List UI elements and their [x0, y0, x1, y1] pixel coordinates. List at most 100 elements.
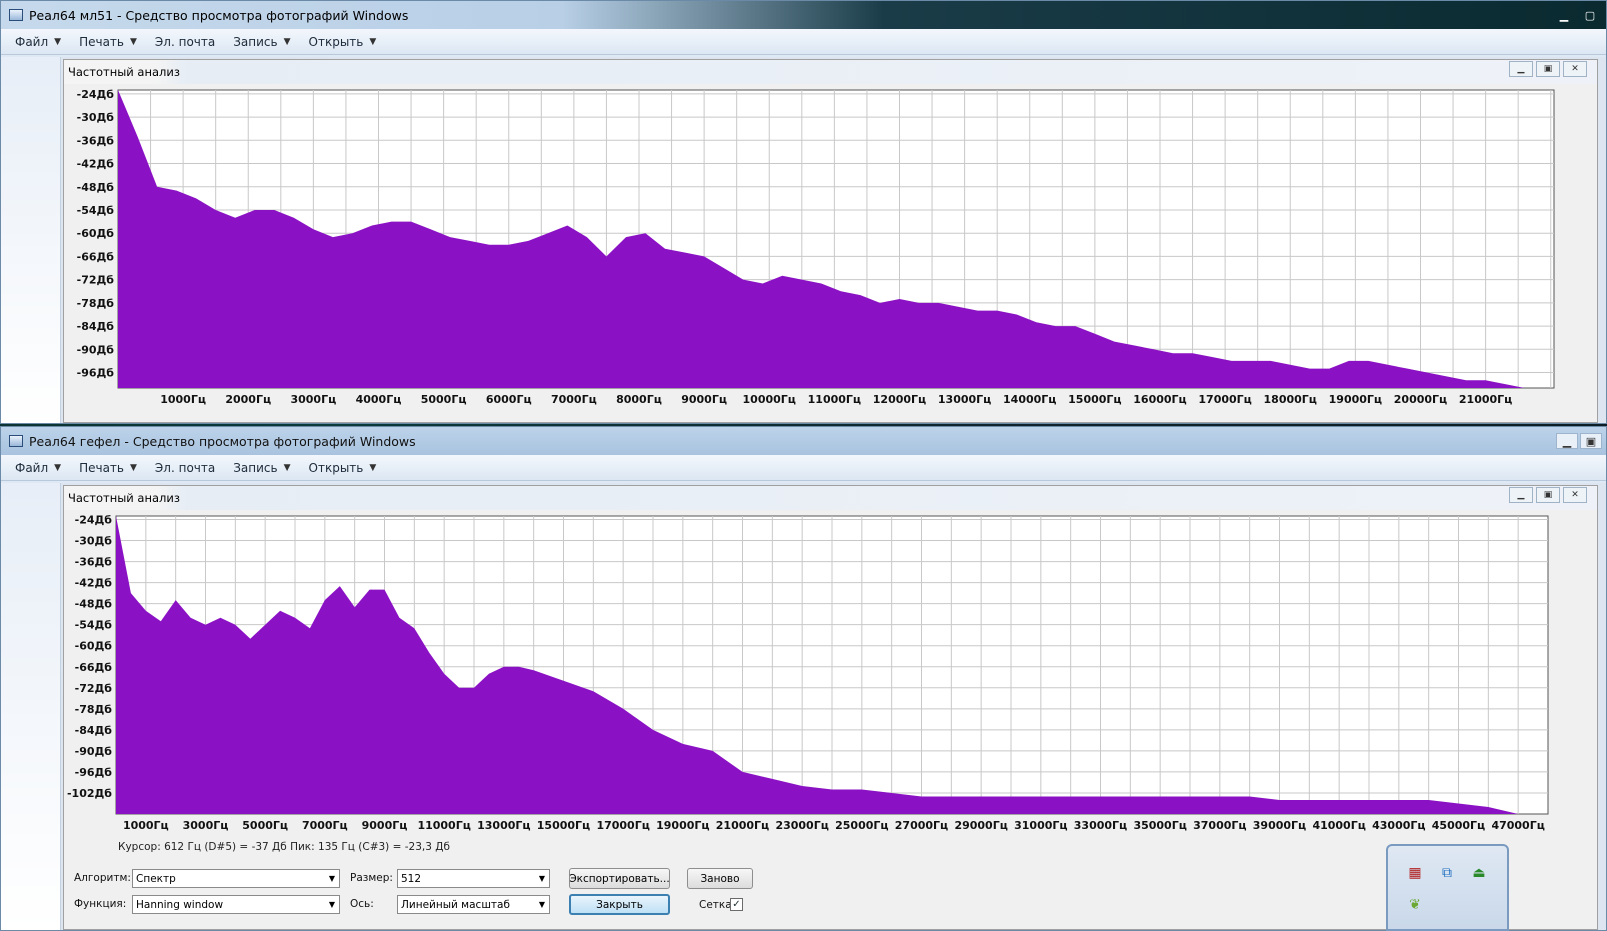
chevron-down-icon: ▼	[328, 874, 335, 883]
algorithm-select[interactable]: Спектр ▼	[132, 869, 340, 888]
panel-restore-icon[interactable]: ▣	[1536, 487, 1560, 503]
menu-email[interactable]: Эл. почта	[155, 461, 215, 475]
function-select[interactable]: Hanning window ▼	[132, 895, 340, 914]
panel-close-icon[interactable]: ✕	[1563, 61, 1587, 77]
menu-burn[interactable]: Запись ▼	[233, 35, 290, 49]
top-menubar: Файл ▼ Печать ▼ Эл. почта Запись ▼ Открыть ▼	[1, 29, 1606, 55]
x-tick-label: 45000Гц	[1432, 819, 1485, 832]
x-tick-label: 31000Гц	[1014, 819, 1067, 832]
x-tick-label: 18000Гц	[1264, 393, 1317, 406]
x-tick-label: 13000Гц	[938, 393, 991, 406]
bottom-frequency-panel: Частотный анализ ▁ ▣ ✕ -24Дб -30Дб -36Дб -4…	[63, 485, 1598, 930]
top-spectrum-chart[interactable]: -24Дб -30Дб -36Дб -42Дб -48Дб -54Дб -60Дб -66Дб…	[64, 84, 1599, 424]
x-tick-label: 37000Гц	[1193, 819, 1246, 832]
minimize-icon[interactable]: ▁	[1552, 6, 1576, 24]
menu-email[interactable]: Эл. почта	[155, 35, 215, 49]
top-window-title: Реал64 мл51 - Средство просмотра фотогра…	[29, 7, 409, 23]
panel-restore-icon[interactable]: ▣	[1536, 61, 1560, 77]
x-tick-label: 9000Гц	[362, 819, 408, 832]
x-tick-label: 2000Гц	[225, 393, 271, 406]
x-tick-label: 25000Гц	[835, 819, 888, 832]
table-icon[interactable]: ▦	[1406, 864, 1424, 882]
x-tick-label: 12000Гц	[873, 393, 926, 406]
y-tick-label: -48Дб	[77, 181, 115, 194]
y-tick-label: -96Дб	[75, 766, 113, 779]
chevron-down-icon: ▼	[369, 36, 377, 47]
x-tick-label: 9000Гц	[681, 393, 727, 406]
bottom-left-strip	[1, 483, 61, 930]
y-tick-label: -66Дб	[75, 661, 113, 674]
chevron-down-icon: ▼	[283, 36, 291, 47]
top-panel-title: Частотный анализ	[64, 60, 1597, 84]
y-tick-label: -78Дб	[75, 703, 113, 716]
y-tick-label: -48Дб	[75, 598, 113, 611]
x-tick-label: 15000Гц	[537, 819, 590, 832]
minimize-icon[interactable]: ▁	[1556, 433, 1578, 449]
x-tick-label: 11000Гц	[808, 393, 861, 406]
bottom-photo-viewer-window: Реал64 гефел - Средство просмотра фотогр…	[0, 426, 1607, 931]
y-tick-label: -90Дб	[75, 745, 113, 758]
x-tick-label: 19000Гц	[656, 819, 709, 832]
chevron-down-icon: ▼	[538, 900, 545, 909]
x-tick-label: 33000Гц	[1074, 819, 1127, 832]
y-tick-label: -36Дб	[77, 134, 115, 147]
chevron-down-icon: ▼	[283, 462, 291, 473]
x-tick-label: 8000Гц	[616, 393, 662, 406]
panel-minimize-icon[interactable]: ▁	[1509, 61, 1533, 77]
x-tick-label: 3000Гц	[183, 819, 229, 832]
size-label: Размер:	[350, 872, 393, 884]
menu-file[interactable]: Файл ▼	[15, 35, 61, 49]
menu-file[interactable]: Файл ▼	[15, 461, 61, 475]
network-icon[interactable]: ⧉	[1438, 864, 1456, 882]
x-tick-label: 13000Гц	[477, 819, 530, 832]
bottom-titlebar[interactable]: Реал64 гефел - Средство просмотра фотогр…	[1, 427, 1606, 455]
x-tick-label: 39000Гц	[1253, 819, 1306, 832]
y-tick-label: -60Дб	[75, 640, 113, 653]
panel-minimize-icon[interactable]: ▁	[1509, 487, 1533, 503]
top-photo-viewer-window: Реал64 мл51 - Средство просмотра фотогра…	[0, 0, 1607, 424]
algorithm-label: Алгоритм:	[74, 872, 131, 884]
x-tick-label: 5000Гц	[421, 393, 467, 406]
x-tick-label: 19000Гц	[1329, 393, 1382, 406]
x-tick-label: 7000Гц	[551, 393, 597, 406]
menu-burn[interactable]: Запись ▼	[233, 461, 290, 475]
export-button[interactable]: Экспортировать...	[569, 868, 670, 889]
y-tick-label: -30Дб	[77, 111, 115, 124]
close-button[interactable]: Закрыть	[569, 894, 670, 915]
y-tick-label: -102Дб	[67, 787, 112, 800]
x-tick-label: 20000Гц	[1394, 393, 1447, 406]
x-tick-label: 1000Гц	[160, 393, 206, 406]
menu-open[interactable]: Открыть ▼	[309, 35, 377, 49]
y-tick-label: -66Дб	[77, 250, 115, 263]
y-tick-label: -36Дб	[75, 556, 113, 569]
x-tick-label: 35000Гц	[1133, 819, 1186, 832]
y-tick-label: -54Дб	[75, 619, 113, 632]
x-tick-label: 15000Гц	[1068, 393, 1121, 406]
chevron-down-icon: ▼	[369, 462, 377, 473]
menu-print[interactable]: Печать ▼	[79, 35, 137, 49]
top-titlebar[interactable]: Реал64 мл51 - Средство просмотра фотогра…	[1, 1, 1606, 29]
replot-button[interactable]: Заново	[687, 868, 753, 889]
x-tick-label: 41000Гц	[1312, 819, 1365, 832]
restore-icon[interactable]: ▣	[1580, 433, 1602, 449]
y-tick-label: -84Дб	[77, 320, 115, 333]
y-tick-label: -72Дб	[75, 682, 113, 695]
notification-tray-popup: ▦ ⧉ ⏏ ❦	[1386, 844, 1509, 931]
bottom-spectrum-chart[interactable]: -24Дб -30Дб -36Дб -42Дб -48Дб -54Дб -60Дб -66Дб…	[64, 510, 1599, 840]
chevron-down-icon: ▼	[130, 462, 137, 473]
top-frequency-panel: Частотный анализ ▁ ▣ ✕ -24Дб -30Дб -36Дб -4…	[63, 59, 1598, 423]
usb-safe-remove-icon[interactable]: ⏏	[1470, 864, 1488, 882]
leaf-icon[interactable]: ❦	[1406, 896, 1424, 914]
maximize-icon[interactable]: ▢	[1578, 6, 1602, 24]
x-tick-label: 11000Гц	[417, 819, 470, 832]
size-select[interactable]: 512 ▼	[397, 869, 550, 888]
x-tick-label: 6000Гц	[486, 393, 532, 406]
axis-select[interactable]: Линейный масштаб ▼	[397, 895, 550, 914]
grid-checkbox[interactable]: ✓	[730, 898, 743, 911]
panel-close-icon[interactable]: ✕	[1563, 487, 1587, 503]
x-tick-label: 23000Гц	[775, 819, 828, 832]
x-tick-label: 17000Гц	[1198, 393, 1251, 406]
menu-open[interactable]: Открыть ▼	[309, 461, 377, 475]
menu-print[interactable]: Печать ▼	[79, 461, 137, 475]
y-tick-label: -24Дб	[77, 88, 115, 101]
